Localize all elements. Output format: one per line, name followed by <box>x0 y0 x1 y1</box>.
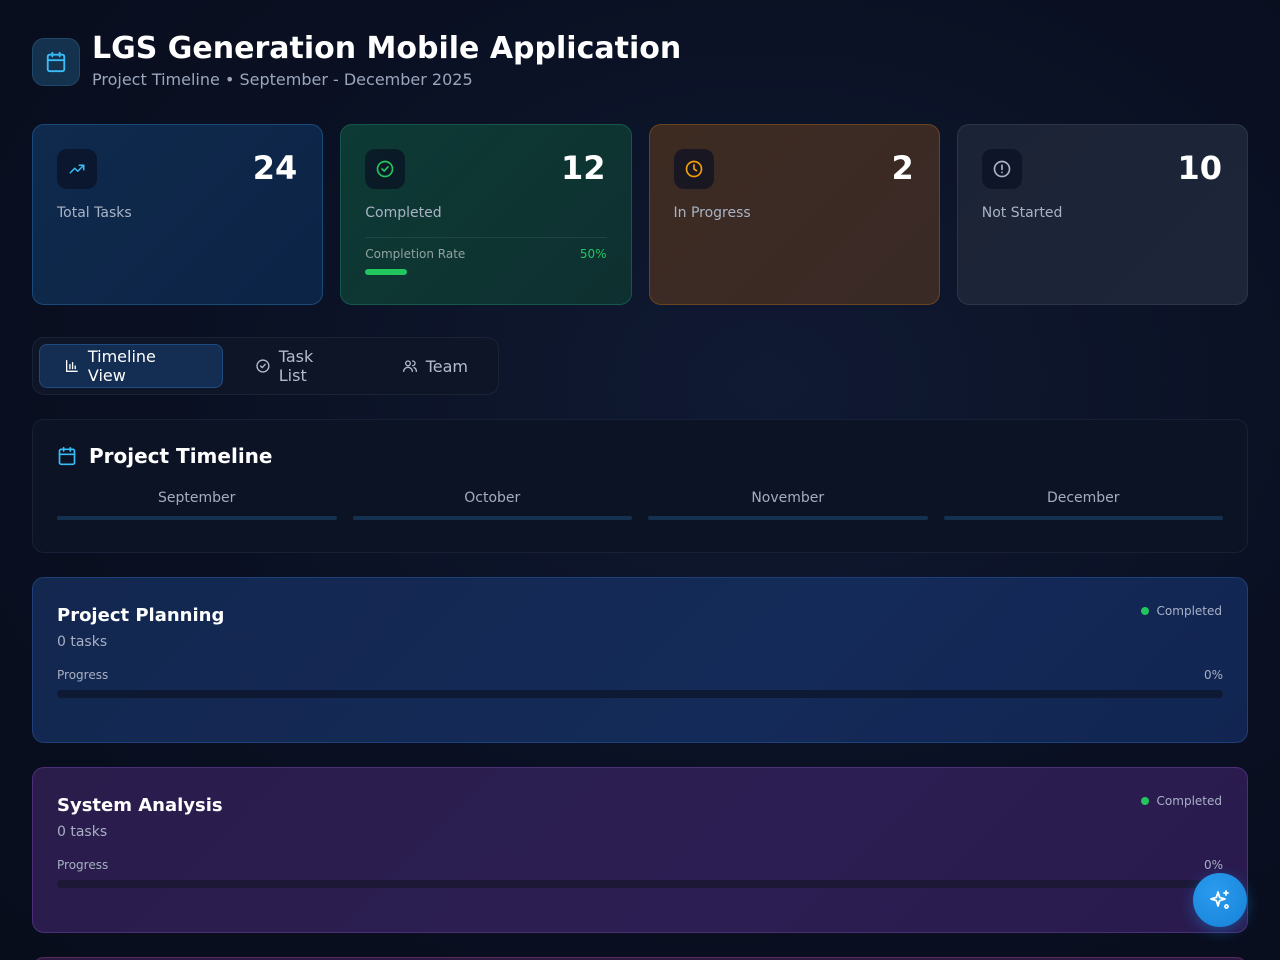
status-badge: Completed <box>1140 604 1222 618</box>
progress-label: Progress <box>57 668 109 682</box>
timeline-months: September October November December <box>57 490 1223 520</box>
tab-label: Task List <box>278 347 314 385</box>
phase-name: Project Planning <box>57 605 225 626</box>
calendar-icon <box>58 446 76 466</box>
tab-team[interactable]: Team <box>378 344 492 388</box>
stat-value: 10 <box>1177 149 1222 187</box>
phase-task-count: 0 tasks <box>57 634 108 650</box>
stats-row: 24 Total Tasks 12 Completed Completion R… <box>32 124 1248 305</box>
check-circle-icon <box>256 359 270 373</box>
stat-card-completed: 12 Completed Completion Rate 50% <box>340 124 632 305</box>
stat-label: Completed <box>365 205 442 221</box>
project-timeline-panel: Project Timeline September October Novem… <box>32 419 1248 553</box>
month-bar <box>943 516 1223 520</box>
stat-label: In Progress <box>673 205 751 221</box>
stat-label: Total Tasks <box>57 205 132 221</box>
completion-rate-label: Completion Rate <box>365 247 466 261</box>
divider <box>365 237 607 238</box>
status-dot <box>1140 607 1149 615</box>
tab-task-list[interactable]: Task List <box>231 344 370 388</box>
month-label: September <box>158 490 236 506</box>
stat-value: 2 <box>891 149 914 187</box>
completion-rate-fill <box>365 269 408 275</box>
phase-card-project-planning[interactable]: Project Planning 0 tasks Completed Progr… <box>32 577 1248 743</box>
completion-rate-value: 50% <box>579 247 607 261</box>
stat-value: 24 <box>252 149 298 187</box>
users-icon <box>402 360 417 372</box>
month-december: December <box>943 490 1223 520</box>
completion-rate-bar <box>365 269 606 275</box>
check-circle-icon <box>365 149 406 189</box>
status-label: Completed <box>1156 794 1222 808</box>
status-dot <box>1140 797 1149 805</box>
ai-assistant-button[interactable] <box>1193 873 1247 927</box>
stat-value: 12 <box>560 149 606 187</box>
page-header: LGS Generation Mobile Application Projec… <box>32 32 681 89</box>
month-bar <box>57 516 337 520</box>
progress-label: Progress <box>57 858 109 872</box>
bar-chart-icon <box>65 360 78 372</box>
month-label: December <box>1046 490 1120 506</box>
month-bar <box>648 516 928 520</box>
phase-name: System Analysis <box>57 795 223 816</box>
phase-task-count: 0 tasks <box>57 824 108 840</box>
phase-card-system-analysis[interactable]: System Analysis 0 tasks Completed Progre… <box>32 767 1248 933</box>
status-label: Completed <box>1156 604 1222 618</box>
tab-timeline-view[interactable]: Timeline View <box>39 344 223 388</box>
tab-label: Timeline View <box>87 347 156 385</box>
progress-bar <box>57 880 1223 888</box>
month-october: October <box>352 490 632 520</box>
panel-title: Project Timeline <box>89 444 273 468</box>
progress-value: 0% <box>1203 858 1223 872</box>
alert-circle-icon <box>981 149 1022 189</box>
stat-card-not-started: 10 Not Started <box>956 124 1248 305</box>
stat-card-in-progress: 2 In Progress <box>648 124 940 305</box>
progress-value: 0% <box>1203 668 1223 682</box>
stat-label: Not Started <box>981 205 1063 221</box>
month-november: November <box>648 490 928 520</box>
clock-icon <box>673 149 714 189</box>
stat-card-total: 24 Total Tasks <box>32 124 324 305</box>
month-september: September <box>57 490 337 520</box>
calendar-icon <box>32 38 80 86</box>
view-tabs: Timeline View Task List Team <box>32 337 499 395</box>
month-label: November <box>751 490 825 506</box>
page-title: LGS Generation Mobile Application <box>92 31 682 66</box>
tab-label: Team <box>425 356 468 376</box>
status-badge: Completed <box>1140 794 1222 808</box>
month-bar <box>352 516 632 520</box>
page-subtitle: Project Timeline • September - December … <box>92 70 473 89</box>
month-label: October <box>464 490 521 506</box>
sparkles-icon <box>1210 890 1229 909</box>
progress-bar <box>57 690 1223 698</box>
trending-up-icon <box>57 149 97 189</box>
